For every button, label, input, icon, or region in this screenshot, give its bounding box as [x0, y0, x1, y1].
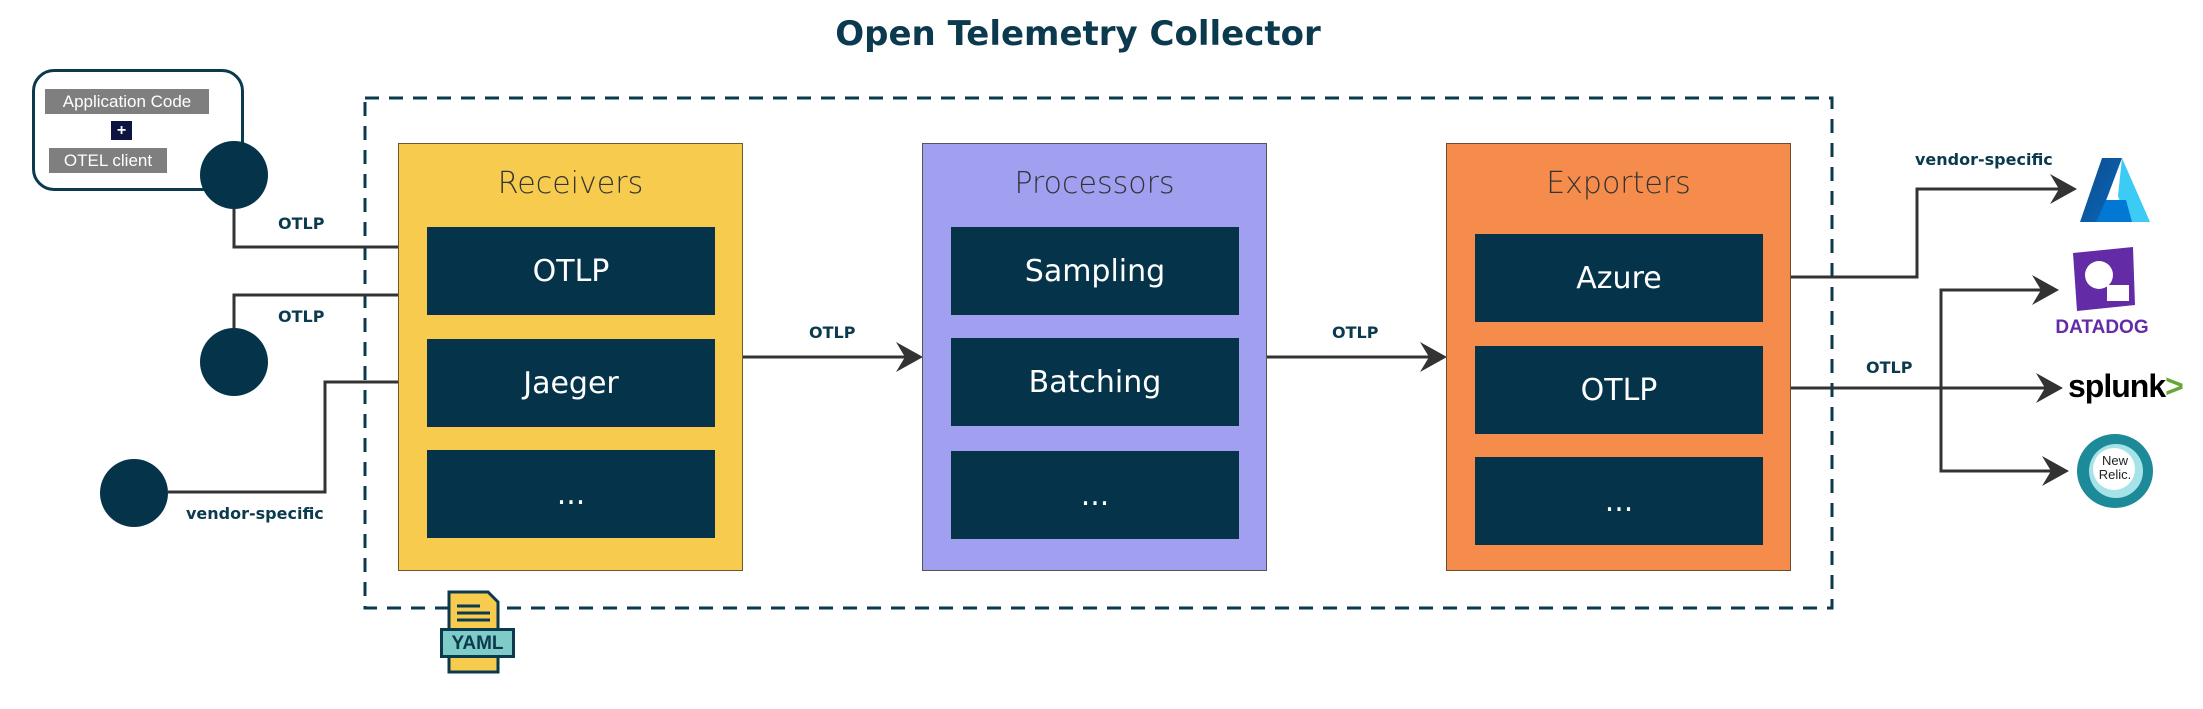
source-node-3 — [100, 459, 168, 527]
processor-item: Sampling — [951, 227, 1239, 315]
source-node-1 — [200, 141, 268, 209]
datadog-logo-icon — [2073, 247, 2135, 311]
source-node-2 — [200, 328, 268, 396]
newrelic-logo: New Relic. — [2077, 434, 2153, 508]
newrelic-text: New — [2101, 453, 2128, 468]
plus-icon: + — [111, 121, 132, 140]
flow-label: OTLP — [1332, 323, 1379, 342]
azure-logo-icon — [2080, 158, 2150, 222]
panel-title: Receivers — [497, 166, 644, 201]
processor-item: Batching — [951, 338, 1239, 426]
arrow-azure — [1761, 174, 2077, 279]
arrow-newrelic — [1939, 388, 2069, 486]
application-code-label: Application Code — [45, 89, 209, 114]
diagram-title: Open Telemetry Collector — [835, 14, 1321, 54]
flow-label: OTLP — [1866, 358, 1913, 377]
yaml-label: YAML — [440, 628, 515, 658]
newrelic-text: Relic. — [2098, 467, 2132, 482]
receiver-item: OTLP — [427, 227, 715, 315]
receivers-panel: Receivers OTLP Jaeger ... — [398, 143, 743, 571]
exporter-item: ... — [1475, 457, 1763, 545]
arrow-client1 — [232, 205, 428, 262]
arrow-client2 — [232, 280, 428, 330]
receiver-item: ... — [427, 450, 715, 538]
arrow-datadog — [1939, 275, 2059, 388]
splunk-logo: splunk> — [2068, 368, 2184, 405]
receiver-item: Jaeger — [427, 339, 715, 427]
panel-title: Processors — [1014, 166, 1175, 201]
flow-label: OTLP — [278, 307, 325, 326]
flow-label: OTLP — [809, 323, 856, 342]
arrow-client3 — [168, 367, 428, 494]
exporters-panel: Exporters Azure OTLP ... — [1446, 143, 1791, 571]
processors-panel: Processors Sampling Batching ... — [922, 143, 1267, 571]
panel-title: Exporters — [1546, 166, 1691, 201]
splunk-chevron-icon: > — [2165, 368, 2184, 404]
flow-label: vendor-specific — [186, 504, 324, 523]
flow-label: vendor-specific — [1915, 150, 2053, 169]
exporter-item: Azure — [1475, 234, 1763, 322]
flow-label: OTLP — [278, 214, 325, 233]
splunk-wordmark: splunk — [2068, 368, 2166, 404]
datadog-wordmark: DATADOG — [2055, 317, 2149, 338]
exporter-item: OTLP — [1475, 346, 1763, 434]
processor-item: ... — [951, 451, 1239, 539]
otel-client-label: OTEL client — [49, 148, 167, 173]
